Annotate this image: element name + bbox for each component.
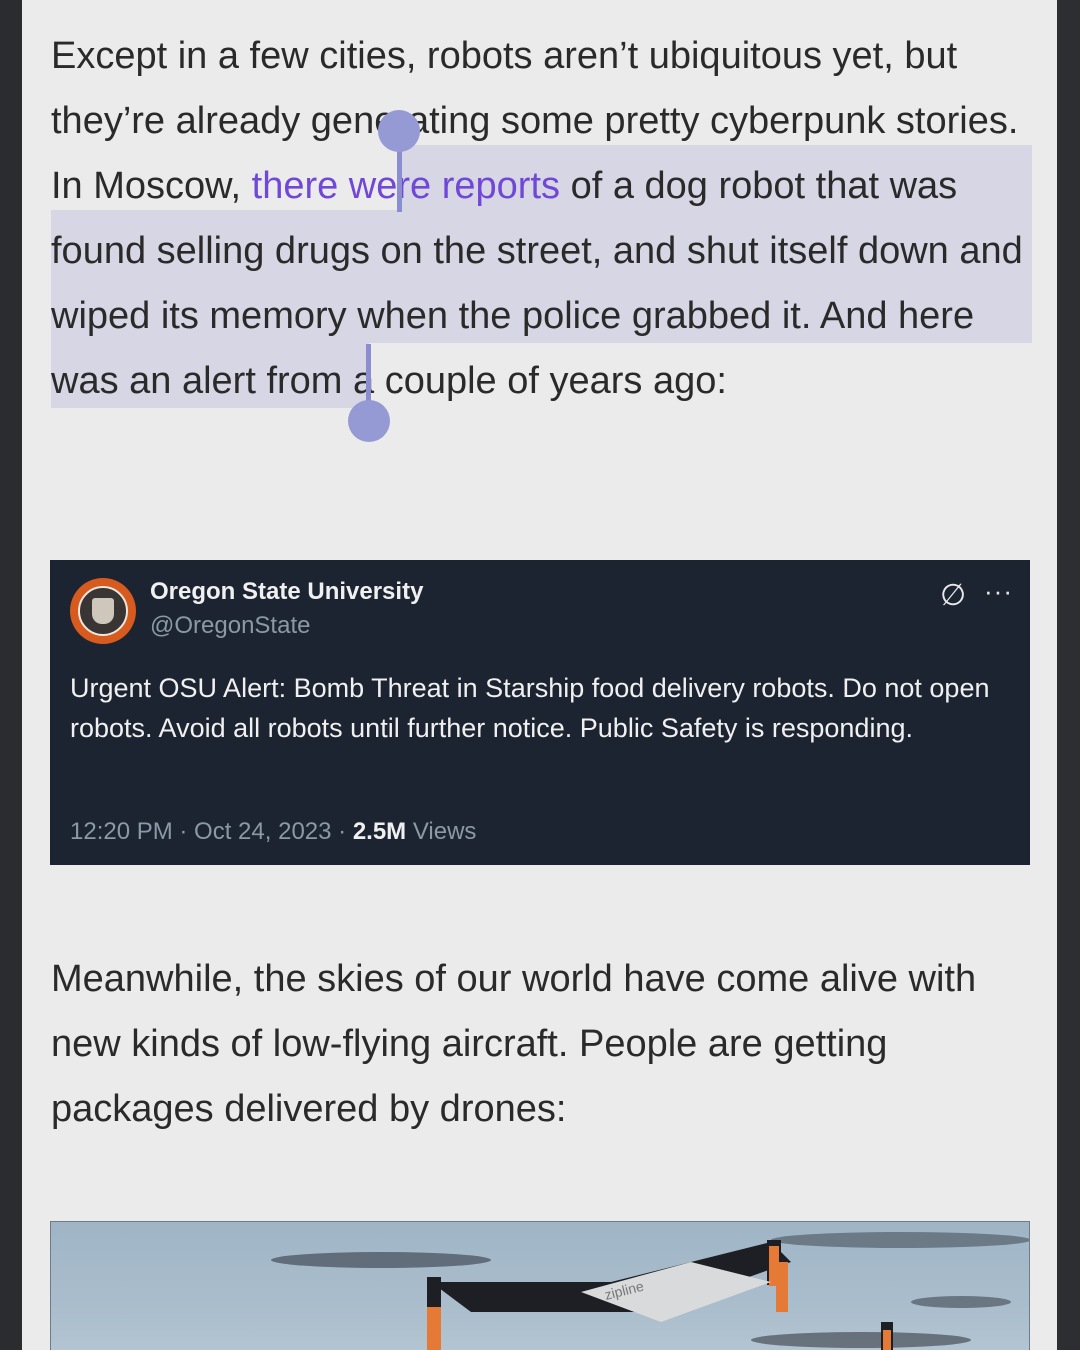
tweet-author-name[interactable]: Oregon State University bbox=[150, 578, 423, 606]
tweet-author-handle[interactable]: @OregonState bbox=[150, 612, 310, 640]
tweet-views-label: Views bbox=[406, 818, 477, 845]
drone-illustration: zipline bbox=[271, 1232, 1029, 1350]
article-page: Except in a few cities, robots aren’t ub… bbox=[22, 0, 1057, 1350]
tweet-text: Urgent OSU Alert: Bomb Threat in Starshi… bbox=[70, 673, 990, 743]
screen-edge bbox=[1057, 0, 1080, 1350]
selection-end-handle[interactable] bbox=[348, 400, 390, 442]
tweet-view-count: 2.5M bbox=[352, 818, 407, 845]
embedded-tweet[interactable]: Oregon State University @OregonState ∅ ·… bbox=[50, 560, 1030, 865]
university-seal-icon bbox=[78, 586, 128, 636]
reports-link[interactable]: there were reports bbox=[252, 165, 560, 207]
avatar[interactable] bbox=[70, 578, 136, 644]
selection-start-handle[interactable] bbox=[378, 110, 420, 152]
article-paragraph: Except in a few cities, robots aren’t ub… bbox=[51, 24, 1041, 414]
tweet-metadata: 12:20 PM · Oct 24, 2023 · 2.5M Views bbox=[70, 818, 476, 846]
article-paragraph: Meanwhile, the skies of our world have c… bbox=[51, 958, 977, 1130]
drone-photo: zipline bbox=[50, 1221, 1030, 1350]
more-options-icon[interactable]: ··· bbox=[984, 576, 1013, 607]
grok-icon[interactable]: ∅ bbox=[940, 578, 966, 613]
tweet-timestamp: 12:20 PM · Oct 24, 2023 · bbox=[70, 818, 353, 845]
